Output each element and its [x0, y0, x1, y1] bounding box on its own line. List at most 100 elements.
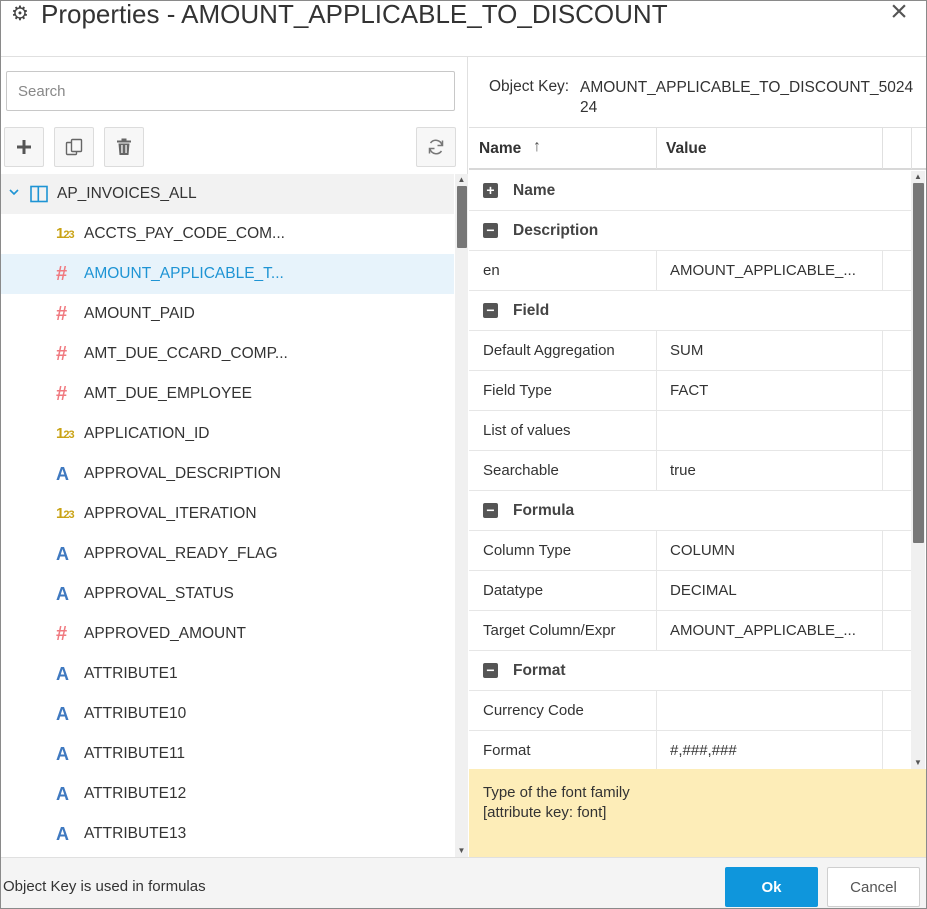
- tree-item[interactable]: # AMOUNT_PAID: [1, 294, 454, 334]
- property-value[interactable]: FACT: [670, 382, 880, 399]
- tree-item[interactable]: 123 ACCTS_PAY_CODE_COM...: [1, 214, 454, 254]
- property-row[interactable]: Field Type FACT: [469, 371, 911, 411]
- text-type-icon: A: [56, 824, 69, 844]
- tree-item[interactable]: A ATTRIBUTE1: [1, 654, 454, 694]
- scroll-down-arrow-icon[interactable]: ▼: [455, 845, 468, 857]
- tree-item-label: AMOUNT_APPLICABLE_T...: [84, 265, 284, 282]
- text-type-icon: A: [56, 464, 69, 484]
- tree-item[interactable]: # AMT_DUE_CCARD_COMP...: [1, 334, 454, 374]
- collapse-icon[interactable]: −: [483, 663, 498, 678]
- trash-icon: [117, 138, 131, 155]
- name-column-header[interactable]: Name: [479, 140, 521, 158]
- section-label: Name: [513, 182, 556, 199]
- refresh-button[interactable]: [416, 127, 456, 167]
- object-key-value: AMOUNT_APPLICABLE_TO_DISCOUNT_502424: [580, 79, 914, 116]
- section-label: Format: [513, 662, 566, 679]
- decimal-type-icon: #: [56, 383, 68, 405]
- tree-item[interactable]: A ATTRIBUTE10: [1, 694, 454, 734]
- text-type-icon: A: [56, 704, 69, 724]
- scroll-down-arrow-icon[interactable]: ▼: [911, 757, 925, 769]
- property-name: Column Type: [483, 542, 572, 559]
- tree-item[interactable]: # AMT_DUE_EMPLOYEE: [1, 374, 454, 414]
- tree-item[interactable]: # AMOUNT_APPLICABLE_T...: [1, 254, 454, 294]
- tree-item[interactable]: A ATTRIBUTE13: [1, 814, 454, 854]
- collapse-icon[interactable]: −: [483, 223, 498, 238]
- left-scroll-thumb[interactable]: [457, 186, 467, 248]
- right-pane: Object Key: AMOUNT_APPLICABLE_TO_DISCOUN…: [469, 57, 926, 857]
- property-value[interactable]: AMOUNT_APPLICABLE_...: [670, 262, 880, 279]
- property-row[interactable]: Format #,###,###: [469, 731, 911, 769]
- delete-button[interactable]: [104, 127, 144, 167]
- tree-item[interactable]: A ATTRIBUTE12: [1, 774, 454, 814]
- section-row[interactable]: + Name: [469, 171, 911, 211]
- decimal-type-icon: #: [56, 303, 68, 325]
- close-button[interactable]: ×: [886, 0, 912, 27]
- collapse-icon[interactable]: −: [483, 503, 498, 518]
- copy-icon: [65, 138, 83, 156]
- tree-item[interactable]: A APPROVAL_STATUS: [1, 574, 454, 614]
- text-type-icon: A: [56, 544, 69, 564]
- tree-item-label: ACCTS_PAY_CODE_COM...: [84, 225, 285, 242]
- integer-type-icon: 123: [56, 225, 75, 242]
- tree-item-label: ATTRIBUTE11: [84, 745, 186, 762]
- sort-ascending-icon[interactable]: ↑: [533, 138, 541, 156]
- section-row[interactable]: − Field: [469, 291, 911, 331]
- chevron-down-icon[interactable]: [8, 186, 20, 198]
- cancel-button[interactable]: Cancel: [827, 867, 920, 907]
- property-value[interactable]: COLUMN: [670, 542, 880, 559]
- tree-item-label: APPROVAL_READY_FLAG: [84, 545, 278, 562]
- tree-root-label: AP_INVOICES_ALL: [57, 185, 197, 202]
- tree-item[interactable]: A ATTRIBUTE11: [1, 734, 454, 774]
- right-scroll-thumb[interactable]: [913, 183, 924, 543]
- property-value[interactable]: #,###,###: [670, 742, 880, 759]
- property-row[interactable]: Column Type COLUMN: [469, 531, 911, 571]
- ok-button[interactable]: Ok: [725, 867, 818, 907]
- section-label: Field: [513, 302, 550, 319]
- property-value[interactable]: true: [670, 462, 880, 479]
- scroll-up-arrow-icon[interactable]: ▲: [455, 174, 468, 186]
- copy-button[interactable]: [54, 127, 94, 167]
- tree-item-label: AMT_DUE_CCARD_COMP...: [84, 345, 288, 362]
- refresh-icon: [428, 139, 444, 155]
- section-row[interactable]: − Description: [469, 211, 911, 251]
- scroll-up-arrow-icon[interactable]: ▲: [911, 171, 925, 183]
- tree-item[interactable]: 123 APPLICATION_ID: [1, 414, 454, 454]
- property-row[interactable]: en AMOUNT_APPLICABLE_...: [469, 251, 911, 291]
- tree-root-node[interactable]: AP_INVOICES_ALL: [1, 174, 454, 214]
- tree-item-label: ATTRIBUTE12: [84, 785, 187, 802]
- property-value[interactable]: SUM: [670, 342, 880, 359]
- dialog-title: Properties - AMOUNT_APPLICABLE_TO_DISCOU…: [41, 0, 668, 29]
- tree-item-label: ATTRIBUTE1: [84, 665, 178, 682]
- tree-item-label: AMT_DUE_EMPLOYEE: [84, 385, 252, 402]
- property-value[interactable]: AMOUNT_APPLICABLE_...: [670, 622, 880, 639]
- section-row[interactable]: − Format: [469, 651, 911, 691]
- tree-item[interactable]: A APPROVAL_DESCRIPTION: [1, 454, 454, 494]
- tree-item[interactable]: 123 APPROVAL_ITERATION: [1, 494, 454, 534]
- left-scrollbar[interactable]: ▲ ▼: [455, 174, 468, 857]
- property-name: Default Aggregation: [483, 342, 615, 359]
- expand-icon[interactable]: +: [483, 183, 498, 198]
- object-key-label: Object Key:: [489, 78, 570, 95]
- section-row[interactable]: − Formula: [469, 491, 911, 531]
- field-tree: AP_INVOICES_ALL 123 ACCTS_PAY_CODE_COM...…: [1, 174, 454, 857]
- add-button[interactable]: [4, 127, 44, 167]
- tree-item-label: ATTRIBUTE13: [84, 825, 187, 842]
- property-row[interactable]: Default Aggregation SUM: [469, 331, 911, 371]
- value-column-header[interactable]: Value: [666, 140, 707, 158]
- property-row[interactable]: List of values: [469, 411, 911, 451]
- decimal-type-icon: #: [56, 623, 68, 645]
- property-name: Searchable: [483, 462, 559, 479]
- tree-item[interactable]: A APPROVAL_READY_FLAG: [1, 534, 454, 574]
- property-row[interactable]: Currency Code: [469, 691, 911, 731]
- property-row[interactable]: Target Column/Expr AMOUNT_APPLICABLE_...: [469, 611, 911, 651]
- tree-item[interactable]: # APPROVED_AMOUNT: [1, 614, 454, 654]
- property-value[interactable]: DECIMAL: [670, 582, 880, 599]
- property-row[interactable]: Datatype DECIMAL: [469, 571, 911, 611]
- search-input[interactable]: [6, 71, 455, 111]
- property-name: en: [483, 262, 500, 279]
- table-icon: [30, 185, 48, 203]
- property-row[interactable]: Searchable true: [469, 451, 911, 491]
- text-type-icon: A: [56, 664, 69, 684]
- right-scrollbar[interactable]: ▲ ▼: [911, 171, 925, 769]
- collapse-icon[interactable]: −: [483, 303, 498, 318]
